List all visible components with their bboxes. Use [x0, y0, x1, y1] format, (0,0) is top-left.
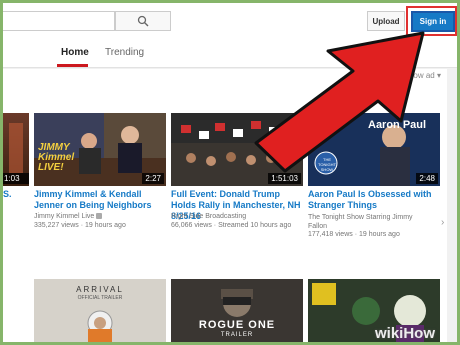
annotation-highlight-box — [406, 6, 457, 36]
video-meta: 177,418 views · 19 hours ago — [308, 231, 400, 238]
video-meta: 335,227 views · 19 hours ago — [34, 222, 126, 229]
channel-name[interactable]: Jimmy Kimmel Live — [34, 213, 103, 220]
video-card[interactable]: ROGUE ONE TRAILER — [171, 279, 303, 342]
video-title[interactable]: S. — [3, 189, 27, 200]
video-thumbnail[interactable]: ROGUE ONE TRAILER — [171, 279, 303, 342]
video-title[interactable]: Jimmy Kimmel & Kendall Jenner on Being N… — [34, 189, 164, 211]
video-thumbnail[interactable]: Aaron Paul THE TONIGHT SHOW 2:48 — [308, 113, 440, 186]
upload-button[interactable]: Upload — [367, 11, 405, 31]
thumbnail-figure — [9, 123, 23, 173]
video-card[interactable]: JIMMY Kimmel LIVE! 2:27 Jimmy Kimmel & K… — [34, 113, 166, 243]
masthead: Upload Sign in — [3, 3, 457, 38]
verified-icon — [96, 213, 103, 220]
tab-trending[interactable]: Trending — [105, 47, 144, 58]
video-card[interactable]: 1:51:03 Full Event: Donald Trump Holds R… — [171, 113, 303, 243]
show-ad-toggle[interactable]: Show ad ▾ — [404, 71, 441, 80]
watermark: wikiHow — [375, 325, 436, 342]
search-button[interactable] — [115, 11, 171, 31]
tab-home[interactable]: Home — [61, 47, 89, 58]
video-card[interactable]: Aaron Paul THE TONIGHT SHOW 2:48 Aaron P… — [308, 113, 440, 243]
video-thumbnail[interactable]: ARRIVAL OFFICIAL TRAILER — [34, 279, 166, 342]
video-thumbnail[interactable]: 1:51:03 — [171, 113, 303, 186]
duration-badge: 1:03 — [3, 173, 29, 184]
duration-badge: 2:48 — [416, 173, 438, 184]
active-tab-indicator — [57, 64, 88, 67]
channel-name[interactable]: Right Side Broadcasting — [171, 213, 246, 220]
duration-badge: 1:51:03 — [268, 173, 301, 184]
channel-label[interactable]: Jimmy Kimmel Live — [34, 213, 94, 220]
show-logo: JIMMY Kimmel LIVE! — [38, 142, 75, 173]
duration-badge: 2:27 — [142, 173, 164, 184]
chevron-right-icon[interactable]: › — [441, 217, 444, 228]
show-logo: THE TONIGHT SHOW — [318, 157, 336, 172]
video-card[interactable]: 1:03 S. — [3, 113, 29, 233]
feed-tabs: Home Trending — [3, 37, 457, 68]
feed-shelf: Show ad ▾ 1:03 S. JIMMY Kimmel LIVE! 2:2… — [3, 69, 447, 342]
youtube-window: Upload Sign in Home Trending Show ad ▾ 1… — [3, 3, 457, 342]
thumbnail-subcaption: TRAILER — [220, 332, 254, 338]
thumbnail-caption: ROGUE ONE — [198, 319, 276, 331]
video-thumbnail[interactable]: JIMMY Kimmel LIVE! 2:27 — [34, 113, 166, 186]
search-icon — [137, 15, 149, 27]
video-card[interactable]: ARRIVAL OFFICIAL TRAILER — [34, 279, 166, 342]
video-thumbnail[interactable]: 1:03 — [3, 113, 29, 186]
channel-name[interactable]: The Tonight Show Starring Jimmy Fallon — [308, 213, 433, 231]
thumbnail-caption: ARRIVAL — [76, 285, 124, 294]
search-input[interactable] — [3, 11, 115, 31]
video-title[interactable]: Aaron Paul Is Obsessed with Stranger Thi… — [308, 189, 438, 211]
video-meta: 66,066 views · Streamed 10 hours ago — [171, 222, 292, 229]
thumbnail-subcaption: OFFICIAL TRAILER — [77, 295, 123, 301]
thumbnail-caption: Aaron Paul — [368, 119, 427, 131]
